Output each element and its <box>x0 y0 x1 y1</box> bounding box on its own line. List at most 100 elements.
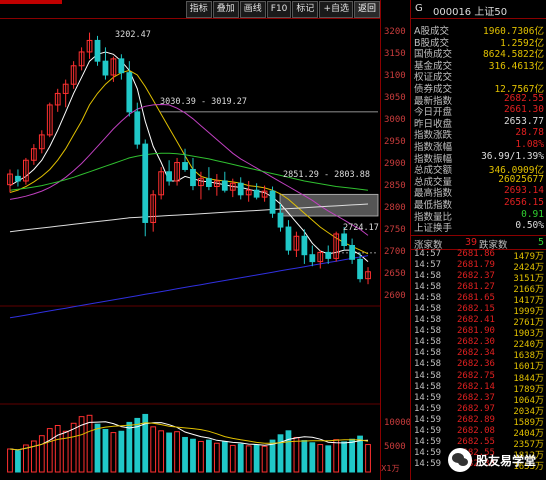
candle-body <box>102 60 109 76</box>
tick-row: 14:58 2682.15 1999万 <box>411 304 546 317</box>
stat-row: 国债成交 8624.5822亿 <box>411 46 546 60</box>
stat-value: 36.99/1.39% <box>481 150 544 162</box>
price-axis-label: 2850 <box>384 181 406 191</box>
volume-bar <box>317 444 324 473</box>
volume-bar <box>245 445 252 473</box>
price-axis-label: 2750 <box>384 225 406 235</box>
tick-time: 14:59 <box>414 458 442 469</box>
tick-time: 14:59 <box>414 425 442 436</box>
tick-price: 2681.90 <box>457 326 495 337</box>
price-axis-label: 2950 <box>384 137 406 147</box>
candle-body <box>134 111 141 145</box>
stat-row: 债券成交 12.7567亿 <box>411 81 546 95</box>
price-axis-label: 2650 <box>384 269 406 279</box>
price-axis-label: 3000 <box>384 115 406 125</box>
tick-time: 14:59 <box>414 414 442 425</box>
volume-bar <box>190 438 196 473</box>
stat-row: B股成交 1.2592亿 <box>411 35 546 49</box>
tick-price: 2682.37 <box>457 392 495 403</box>
tick-time: 14:57 <box>414 249 442 259</box>
volume-bar <box>182 436 188 473</box>
stat-value: 2661.30 <box>503 104 544 116</box>
stat-value: 2693.14 <box>503 185 544 197</box>
volume-bar <box>62 430 69 473</box>
volume-bar <box>15 450 21 473</box>
tick-row: 14:58 2682.14 1789万 <box>411 381 546 395</box>
stat-value: 28.78 <box>515 127 544 139</box>
tick-row: 14:59 2682.97 2034万 <box>411 403 546 417</box>
volume-bar <box>309 442 316 473</box>
volume-bar <box>277 434 284 473</box>
stat-row: 最高指数 2693.14 <box>411 185 546 199</box>
tick-time: 14:58 <box>414 348 442 359</box>
stat-row: 最新指数 2682.55 <box>411 92 546 107</box>
volume-bar <box>206 439 212 473</box>
volume-bar <box>213 442 220 473</box>
tick-row: 14:58 2682.34 1638万 <box>411 348 546 361</box>
g-icon: G <box>415 3 423 14</box>
tick-time: 14:59 <box>414 403 442 414</box>
quote-panel: G 000016 上证50 A股成交 1960.7306亿 B股成交 1.2592亿国… <box>410 0 546 480</box>
tick-price: 2682.36 <box>457 359 495 370</box>
price-chart-svg[interactable] <box>0 0 380 480</box>
volume-bar <box>7 448 13 473</box>
candle-body <box>126 72 133 113</box>
tick-time: 14:58 <box>414 282 442 293</box>
tick-row: 14:59 2682.08 2404万 <box>411 425 546 439</box>
candle-body <box>221 180 228 191</box>
tick-row: 14:58 2681.65 1417万 <box>411 293 546 306</box>
stat-row: 权证成交 <box>411 69 546 83</box>
volume-bar <box>333 439 340 473</box>
volume-bar <box>150 426 157 473</box>
tick-row: 14:57 2681.79 2424万 <box>411 260 546 273</box>
tick-time: 14:58 <box>414 359 442 370</box>
volume-bar <box>261 445 268 473</box>
tick-time: 14:59 <box>414 447 442 458</box>
tick-list[interactable]: 14:57 2681.86 1479万 14:57 2681.79 2424万 14:58 2… <box>411 249 546 472</box>
price-axis-label: 3200 <box>384 27 406 37</box>
annotation-box1: 3030.39 - 3019.27 <box>160 97 247 107</box>
volume-bar <box>357 435 363 473</box>
kline-chart[interactable]: 指标 叠加 画线 F10 标记 +自选 返回 3202.47 3030.39 -… <box>0 0 380 480</box>
tick-price: 2682.14 <box>457 381 495 392</box>
tick-time: 14:58 <box>414 315 442 326</box>
tick-row: 14:58 2681.27 2166万 <box>411 282 546 295</box>
candle-body <box>357 258 363 280</box>
volume-bar <box>126 421 133 473</box>
tick-row: 14:58 2682.36 1601万 <box>411 359 546 372</box>
stat-value: 2656.15 <box>503 196 544 208</box>
volume-bar <box>94 423 101 473</box>
volume-bar <box>229 444 236 473</box>
volume-bar <box>253 444 260 473</box>
watermark: 股友易学堂 <box>448 440 546 480</box>
volume-bar <box>301 440 308 473</box>
price-axis-label: 2900 <box>384 159 406 169</box>
volume-bar <box>86 414 93 473</box>
tick-price: 2682.41 <box>457 315 495 326</box>
annotation-box2: 2851.29 - 2803.88 <box>283 170 370 180</box>
tick-time: 14:58 <box>414 326 442 337</box>
volume-bar <box>110 432 117 473</box>
tick-row: 14:58 2682.37 3151万 <box>411 271 546 284</box>
tick-time: 14:57 <box>414 260 442 271</box>
volume-bar <box>293 436 300 473</box>
candle-body <box>325 251 332 259</box>
stat-row: 指数涨跌 28.78 <box>411 127 546 141</box>
stat-value: 2682.55 <box>503 92 544 104</box>
candle-body <box>94 39 101 62</box>
volume-bar <box>102 428 109 473</box>
stat-value: 26025677 <box>498 173 544 185</box>
tick-row: 14:58 2682.41 2761万 <box>411 315 546 328</box>
stat-row: 指数涨幅 1.08% <box>411 139 546 153</box>
tick-price: 2682.34 <box>457 348 495 359</box>
candle-body <box>206 178 212 188</box>
tick-price: 2682.30 <box>457 337 495 348</box>
candle-body <box>118 58 125 74</box>
candle-body <box>269 190 276 214</box>
price-axis: 3200 3150 3100 3050 3000 2950 2900 2850 … <box>380 0 411 480</box>
candle-body <box>166 171 172 182</box>
candle-body <box>237 182 244 196</box>
stat-value: 0.91 <box>521 208 544 220</box>
tick-time: 14:58 <box>414 381 442 392</box>
candle-body <box>142 143 149 223</box>
